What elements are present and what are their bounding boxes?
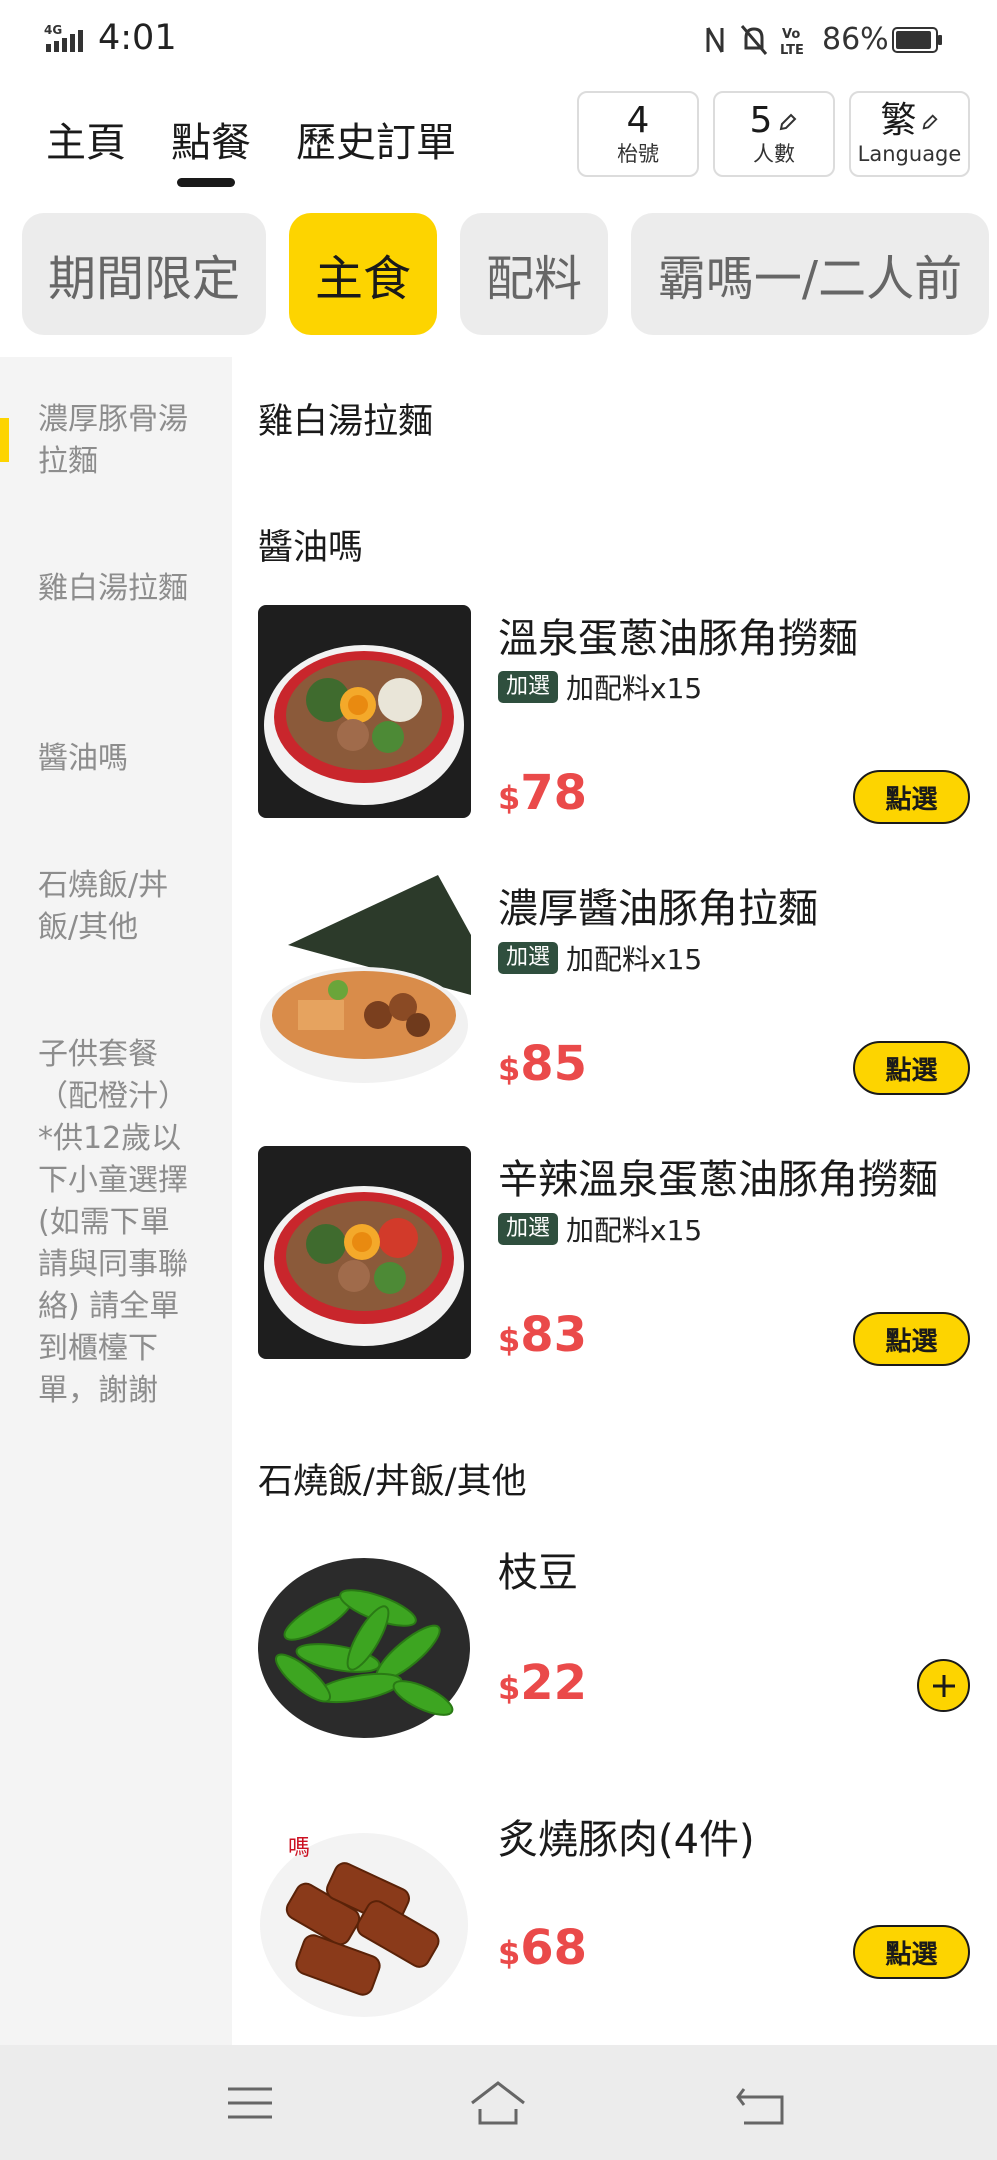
section-title: 醬油嗎: [258, 528, 364, 568]
status-icons: Vo LTE: [706, 25, 804, 58]
table-number: 4: [626, 100, 650, 141]
language-value: 繁: [880, 100, 917, 141]
select-button[interactable]: 點選: [853, 1925, 970, 1979]
item-name: 炙燒豚肉(4件): [498, 1817, 755, 1863]
item-addon-tag: 加選 加配料x15: [498, 941, 703, 976]
tab-home[interactable]: 主頁: [46, 110, 126, 168]
menu-icon[interactable]: [220, 2073, 280, 2133]
table-label: 枱號: [617, 142, 659, 166]
svg-text:嗎: 嗎: [288, 1836, 310, 1861]
pencil-icon: [922, 114, 938, 130]
svg-text:4G: 4G: [44, 23, 62, 37]
battery-percent: 86%: [822, 22, 889, 57]
food-image-pork[interactable]: 嗎: [258, 1805, 471, 2018]
tab-order[interactable]: 點餐: [171, 110, 251, 187]
pencil-icon: [780, 113, 797, 131]
addon-text: 加配料x15: [566, 943, 703, 976]
food-image-soy-ramen[interactable]: [258, 875, 471, 1088]
people-label: 人數: [753, 142, 795, 166]
people-count-box[interactable]: 5 人數: [713, 91, 835, 177]
status-bar: 4G 4:01 Vo LTE 86%: [0, 0, 997, 80]
sidebar-item-tonkotsu[interactable]: 濃厚豚骨湯拉麵: [38, 399, 198, 483]
sidebar-item-rice[interactable]: 石燒飯/丼飯/其他: [38, 865, 198, 949]
nfc-icon: [706, 27, 724, 53]
language-box[interactable]: 繁 Language: [849, 91, 970, 177]
sidebar-active-indicator: [0, 418, 9, 462]
back-icon[interactable]: [730, 2073, 790, 2133]
clock: 4:01: [98, 18, 177, 58]
home-icon[interactable]: [468, 2073, 528, 2133]
volte-icon: Vo LTE: [780, 27, 804, 58]
select-button[interactable]: 點選: [853, 1312, 970, 1366]
item-price: $22: [498, 1655, 588, 1711]
item-addon-tag: 加選 加配料x15: [498, 670, 703, 705]
table-number-box[interactable]: 4 枱號: [577, 91, 699, 177]
plus-icon: [932, 1674, 955, 1697]
battery-icon: [892, 27, 942, 53]
item-name: 辛辣溫泉蛋蔥油豚角撈麵: [498, 1157, 938, 1203]
people-count: 5: [749, 100, 773, 141]
svg-text:Vo: Vo: [782, 27, 800, 42]
food-image-edamame[interactable]: [258, 1538, 471, 1751]
system-nav-bar: [0, 2045, 997, 2160]
category-set[interactable]: 霸嗎一/二人前: [631, 213, 989, 335]
section-title: 石燒飯/丼飯/其他: [258, 1462, 527, 1502]
addon-text: 加配料x15: [566, 672, 703, 705]
item-price: $85: [498, 1036, 588, 1092]
item-price: $68: [498, 1920, 588, 1976]
addon-text: 加配料x15: [566, 1214, 703, 1247]
food-image-ramen-egg[interactable]: [258, 605, 471, 818]
addon-badge: 加選: [498, 671, 559, 703]
add-button[interactable]: [917, 1659, 970, 1712]
sidebar-item-chicken[interactable]: 雞白湯拉麵: [38, 568, 198, 610]
food-image-spicy-ramen[interactable]: [258, 1146, 471, 1359]
item-price: $78: [498, 765, 588, 821]
item-name: 濃厚醬油豚角拉麵: [498, 886, 818, 932]
item-addon-tag: 加選 加配料x15: [498, 1212, 703, 1247]
sidebar-item-kids[interactable]: 子供套餐（配橙汁）*供12歲以下小童選擇 (如需下單請與同事聯絡) 請全單到櫃檯…: [38, 1034, 198, 1412]
select-button[interactable]: 點選: [853, 770, 970, 824]
svg-text:LTE: LTE: [780, 43, 804, 58]
category-toppings[interactable]: 配料: [460, 213, 608, 335]
select-button[interactable]: 點選: [853, 1041, 970, 1095]
category-limited[interactable]: 期間限定: [22, 213, 266, 335]
signal-icon: 4G: [44, 23, 83, 52]
top-nav: 主頁 點餐 歷史訂單 4 枱號 5 人數 繁 Language: [0, 88, 997, 198]
tab-order-history[interactable]: 歷史訂單: [296, 110, 456, 168]
language-label: Language: [857, 142, 962, 166]
item-name: 枝豆: [498, 1550, 578, 1596]
section-title: 雞白湯拉麵: [258, 402, 434, 442]
addon-badge: 加選: [498, 942, 559, 974]
category-sidebar: 濃厚豚骨湯拉麵 雞白湯拉麵 醬油嗎 石燒飯/丼飯/其他 子供套餐（配橙汁）*供1…: [0, 357, 232, 2045]
item-name: 溫泉蛋蔥油豚角撈麵: [498, 616, 858, 662]
item-price: $83: [498, 1307, 588, 1363]
sidebar-item-soy[interactable]: 醬油嗎: [38, 738, 198, 780]
category-main[interactable]: 主食: [289, 213, 437, 335]
mute-bell-icon: [740, 25, 768, 55]
addon-badge: 加選: [498, 1213, 559, 1245]
